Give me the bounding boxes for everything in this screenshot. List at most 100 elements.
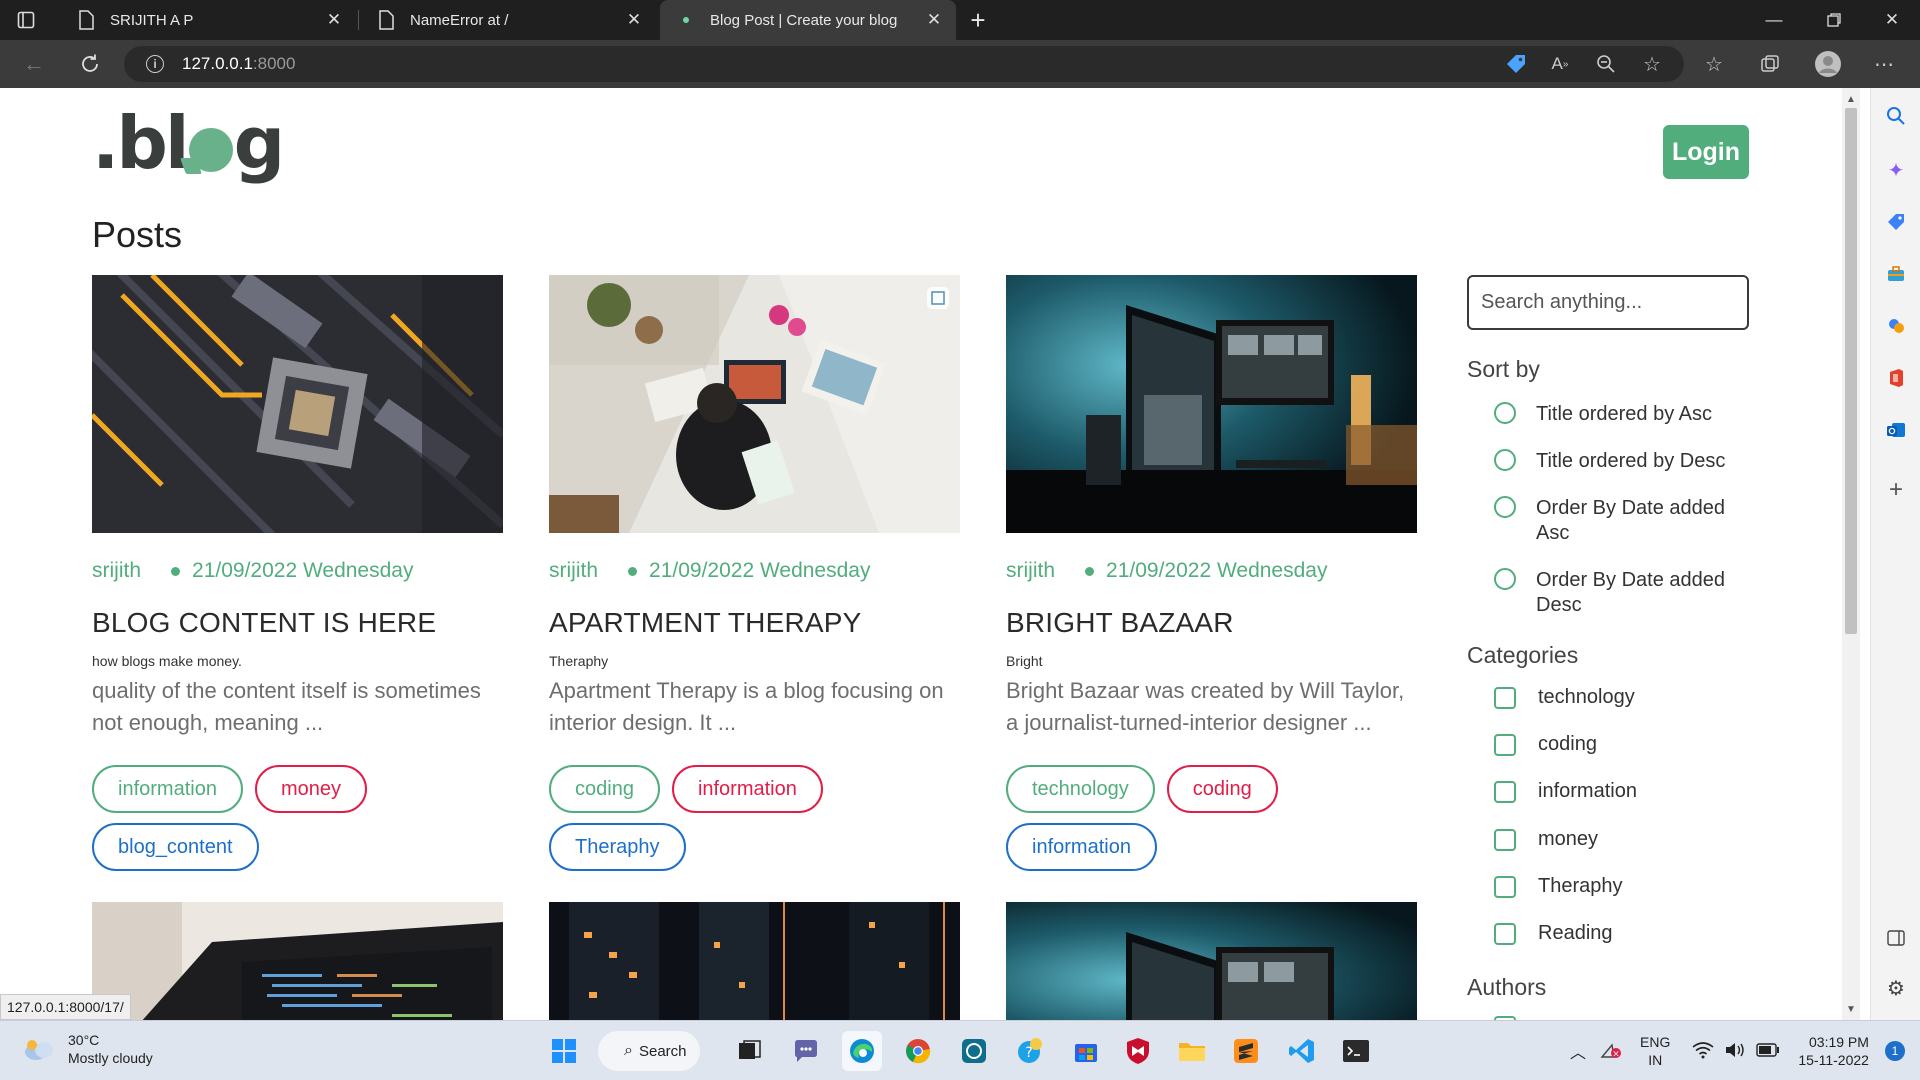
refresh-icon[interactable] bbox=[70, 40, 110, 88]
search-input[interactable] bbox=[1467, 275, 1749, 330]
terminal-icon[interactable] bbox=[1336, 1031, 1376, 1071]
clock[interactable]: 03:19 PM 15-11-2022 bbox=[1798, 1033, 1869, 1069]
office-icon[interactable] bbox=[1871, 358, 1920, 398]
sort-option-title-desc[interactable]: Title ordered by Desc bbox=[1494, 449, 1754, 474]
category-coding[interactable]: coding bbox=[1494, 733, 1597, 756]
post-author[interactable]: srijith bbox=[92, 559, 141, 583]
app-store-icon[interactable] bbox=[954, 1031, 994, 1071]
radio-button[interactable] bbox=[1494, 496, 1516, 518]
scroll-down-icon[interactable]: ▼ bbox=[1842, 1000, 1860, 1018]
toolbox-icon[interactable] bbox=[1871, 254, 1920, 294]
sort-option-date-asc[interactable]: Order By Date added Asc bbox=[1494, 496, 1754, 546]
category-technology[interactable]: technology bbox=[1494, 686, 1635, 709]
checkbox[interactable] bbox=[1494, 875, 1516, 898]
back-icon[interactable]: ← bbox=[14, 40, 54, 88]
radio-button[interactable] bbox=[1494, 568, 1516, 590]
post-title[interactable]: BLOG CONTENT IS HERE bbox=[92, 607, 503, 639]
checkbox[interactable] bbox=[1494, 828, 1516, 851]
post-thumbnail[interactable] bbox=[92, 902, 503, 1020]
login-button[interactable]: Login bbox=[1663, 125, 1749, 179]
post-author[interactable]: srijith bbox=[1006, 559, 1055, 583]
favorites-icon[interactable]: ☆ bbox=[1690, 40, 1738, 88]
post-card[interactable]: srijith 21/09/2022 Wednesday BRIGHT BAZA… bbox=[1006, 275, 1417, 871]
tab-nameerror[interactable]: NameError at / ✕ bbox=[360, 0, 656, 40]
chrome-icon[interactable] bbox=[898, 1031, 938, 1071]
zoom-out-icon[interactable] bbox=[1582, 40, 1630, 88]
sidebar-toggle-icon[interactable] bbox=[1871, 918, 1920, 958]
category-theraphy[interactable]: Theraphy bbox=[1494, 875, 1623, 898]
scrollbar-thumb[interactable] bbox=[1845, 108, 1857, 634]
sort-option-title-asc[interactable]: Title ordered by Asc bbox=[1494, 402, 1754, 427]
search-icon[interactable] bbox=[1871, 96, 1920, 136]
post-thumbnail[interactable] bbox=[549, 902, 960, 1020]
scroll-up-icon[interactable]: ▲ bbox=[1842, 90, 1860, 108]
close-icon[interactable]: ✕ bbox=[920, 10, 948, 30]
start-windows-icon[interactable] bbox=[544, 1031, 584, 1071]
post-title[interactable]: APARTMENT THERAPY bbox=[549, 607, 960, 639]
window-close-icon[interactable]: ✕ bbox=[1864, 0, 1920, 40]
tag-chip[interactable]: information bbox=[1006, 823, 1157, 871]
task-view-icon[interactable] bbox=[730, 1031, 770, 1071]
tag-chip[interactable]: information bbox=[671, 765, 823, 813]
tab-srijith[interactable]: SRIJITH A P ✕ bbox=[60, 0, 356, 40]
tag-chip[interactable]: coding bbox=[549, 765, 660, 813]
post-card[interactable]: srijith 21/09/2022 Wednesday APARTMENT T… bbox=[549, 275, 960, 871]
battery-icon[interactable] bbox=[1756, 1042, 1780, 1060]
blog-logo[interactable]: .bl g bbox=[92, 102, 285, 184]
read-aloud-icon[interactable]: A» bbox=[1536, 40, 1584, 88]
radio-button[interactable] bbox=[1494, 449, 1516, 471]
close-icon[interactable]: ✕ bbox=[620, 10, 648, 30]
minimize-icon[interactable]: — bbox=[1746, 0, 1802, 40]
add-icon[interactable]: + bbox=[1871, 470, 1920, 510]
post-thumbnail[interactable] bbox=[549, 275, 960, 533]
tips-icon[interactable]: ? bbox=[1010, 1031, 1050, 1071]
edge-browser-icon[interactable] bbox=[842, 1031, 882, 1071]
file-explorer-icon[interactable] bbox=[1172, 1031, 1212, 1071]
checkbox[interactable] bbox=[1494, 686, 1516, 709]
add-favorite-icon[interactable]: ☆ bbox=[1628, 40, 1676, 88]
sublime-text-icon[interactable] bbox=[1226, 1031, 1266, 1071]
sort-option-date-desc[interactable]: Order By Date added Desc bbox=[1494, 568, 1754, 618]
post-card[interactable]: srijith 21/09/2022 Wednesday BLOG CONTEN… bbox=[92, 275, 503, 871]
post-author[interactable]: srijith bbox=[549, 559, 598, 583]
checkbox[interactable] bbox=[1494, 922, 1516, 945]
site-info-icon[interactable]: i bbox=[146, 55, 164, 73]
language-indicator[interactable]: ENG IN bbox=[1640, 1033, 1670, 1069]
collections-icon[interactable] bbox=[1746, 40, 1794, 88]
tag-chip[interactable]: money bbox=[254, 765, 367, 813]
sparkle-icon[interactable]: ✦ bbox=[1871, 150, 1920, 190]
checkbox[interactable] bbox=[1494, 733, 1516, 756]
category-information[interactable]: information bbox=[1494, 780, 1637, 803]
category-money[interactable]: money bbox=[1494, 828, 1598, 851]
tag-chip[interactable]: coding bbox=[1166, 765, 1278, 813]
post-thumbnail[interactable] bbox=[1006, 275, 1417, 533]
tab-blog-post[interactable]: Blog Post | Create your blog ✕ bbox=[660, 0, 956, 40]
restore-icon[interactable] bbox=[1806, 0, 1862, 40]
coupon-tag-icon[interactable] bbox=[1492, 40, 1540, 88]
notification-badge[interactable]: 1 bbox=[1884, 1041, 1905, 1061]
checkbox[interactable] bbox=[1494, 780, 1516, 803]
tag-chip[interactable]: Theraphy bbox=[549, 823, 686, 871]
vscode-icon[interactable] bbox=[1282, 1031, 1322, 1071]
weather-widget[interactable]: 30°C Mostly cloudy bbox=[22, 1031, 153, 1067]
post-title[interactable]: BRIGHT BAZAAR bbox=[1006, 607, 1417, 639]
taskbar-search-button[interactable]: ⌕ Search bbox=[598, 1031, 700, 1071]
volume-icon[interactable] bbox=[1724, 1041, 1746, 1062]
teams-chat-icon[interactable] bbox=[786, 1031, 826, 1071]
post-thumbnail[interactable] bbox=[92, 275, 503, 533]
network-warning-icon[interactable]: × bbox=[1600, 1041, 1622, 1062]
tag-chip[interactable]: information bbox=[92, 765, 243, 813]
tag-chip[interactable]: blog_content bbox=[92, 823, 259, 871]
wifi-icon[interactable] bbox=[1692, 1041, 1714, 1062]
more-options-icon[interactable]: ⋯ bbox=[1860, 40, 1908, 88]
tag-chip[interactable]: technology bbox=[1006, 765, 1155, 813]
shopping-tag-icon[interactable] bbox=[1871, 202, 1920, 242]
radio-button[interactable] bbox=[1494, 402, 1516, 424]
tab-actions-button[interactable] bbox=[0, 0, 60, 40]
new-tab-button[interactable]: + bbox=[960, 0, 996, 40]
post-thumbnail[interactable] bbox=[1006, 902, 1417, 1020]
close-icon[interactable]: ✕ bbox=[320, 10, 348, 30]
microsoft-store-icon[interactable] bbox=[1066, 1031, 1106, 1071]
chevron-up-icon[interactable]: ︿ bbox=[1570, 1039, 1586, 1063]
category-reading[interactable]: Reading bbox=[1494, 922, 1613, 945]
